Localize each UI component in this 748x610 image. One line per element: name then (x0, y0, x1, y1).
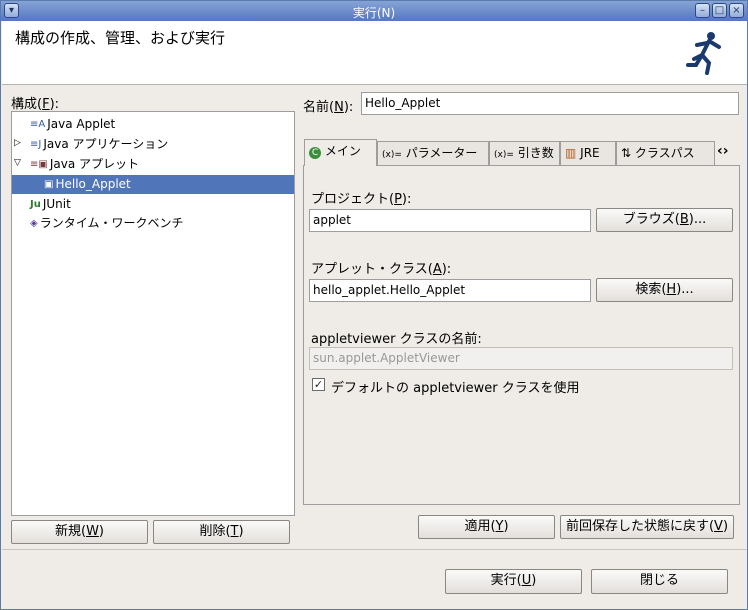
applet-class-input[interactable]: hello_applet.Hello_Applet (309, 279, 591, 302)
project-input[interactable]: applet (309, 209, 591, 232)
applet-class-label: アプレット・クラス(A): (311, 262, 452, 277)
tab-strip: C メイン (x)= パラメーター (x)= 引き数 ▥ JRE ⇅ クラスパス… (303, 139, 740, 166)
junit-icon: Ju (30, 199, 41, 210)
tree-item-hello-applet[interactable]: ▣ Hello_Applet (12, 175, 294, 194)
browse-button[interactable]: ブラウズ(B)... (596, 208, 733, 232)
java-applet-config-icon: ≡▣ (30, 159, 48, 170)
default-viewer-checkbox[interactable]: ✓ (312, 378, 325, 391)
name-input[interactable]: Hello_Applet (361, 92, 739, 115)
project-label: プロジェクト(P): (311, 192, 412, 207)
configurations-label: 構成(F): (11, 97, 60, 112)
run-button[interactable]: 実行(U) (445, 569, 582, 594)
search-button[interactable]: 検索(H)... (596, 278, 733, 302)
jre-tab-icon: ▥ (565, 146, 577, 160)
configuration-tree[interactable]: ≡A Java Applet ▷ ≡J Java アプリケーション ▽ ≡▣ Java… (11, 111, 295, 516)
dialog-description: 構成の作成、管理、および実行 (15, 29, 226, 47)
default-viewer-label: デフォルトの appletviewer クラスを使用 (331, 381, 580, 396)
run-configuration-dialog: ▾ 実行(N) – □ × 構成の作成、管理、および実行 構成(F): ≡A Ja… (0, 0, 748, 610)
tree-item-java-application[interactable]: ≡J Java アプリケーション (30, 135, 168, 154)
classpath-tab-icon: ⇅ (621, 146, 632, 160)
footer-separator (2, 549, 747, 550)
running-man-icon (686, 32, 721, 75)
tree-item-java-applet-config[interactable]: ≡▣ Java アプレット (30, 155, 139, 174)
workbench-icon: ◈ (30, 218, 38, 229)
tab-parameters[interactable]: (x)= パラメーター (377, 141, 489, 165)
arguments-tab-icon: (x)= (494, 150, 514, 160)
collapse-arrow-icon[interactable]: ▽ (14, 158, 21, 168)
tab-jre[interactable]: ▥ JRE (560, 141, 616, 165)
applet-config-icon: ▣ (44, 179, 54, 190)
main-tab-icon: C (309, 147, 321, 159)
tree-item-runtime-workbench[interactable]: ◈ ランタイム・ワークベンチ (30, 214, 183, 233)
java-applet-icon: ≡A (30, 119, 46, 130)
tree-item-junit[interactable]: Ju JUnit (30, 195, 71, 214)
tree-item-java-applet[interactable]: ≡A Java Applet (30, 115, 115, 134)
close-icon[interactable]: × (729, 3, 744, 18)
window-title: 実行(N) (352, 6, 396, 20)
expand-arrow-icon[interactable]: ▷ (14, 138, 21, 148)
name-label: 名前(N): (303, 100, 354, 115)
parameters-tab-icon: (x)= (382, 150, 402, 160)
tab-scroll-arrows-icon[interactable]: ‹› (717, 143, 729, 159)
revert-button[interactable]: 前回保存した状態に戻す(V) (560, 515, 734, 539)
title-bar: ▾ 実行(N) – □ × (1, 1, 747, 21)
viewer-class-input: sun.applet.AppletViewer (309, 347, 733, 370)
tab-arguments[interactable]: (x)= 引き数 (489, 141, 560, 165)
new-button[interactable]: 新規(W) (11, 520, 148, 544)
viewer-class-label: appletviewer クラスの名前: (311, 332, 482, 347)
dialog-banner: 構成の作成、管理、および実行 (2, 21, 747, 85)
delete-button[interactable]: 削除(T) (153, 520, 290, 544)
maximize-icon[interactable]: □ (712, 3, 727, 18)
tab-main[interactable]: C メイン (304, 139, 377, 166)
apply-button[interactable]: 適用(Y) (418, 515, 555, 539)
close-button[interactable]: 閉じる (591, 569, 728, 594)
tab-classpath[interactable]: ⇅ クラスパス (616, 141, 715, 165)
java-app-icon: ≡J (30, 139, 42, 150)
minimize-icon[interactable]: – (695, 3, 710, 18)
